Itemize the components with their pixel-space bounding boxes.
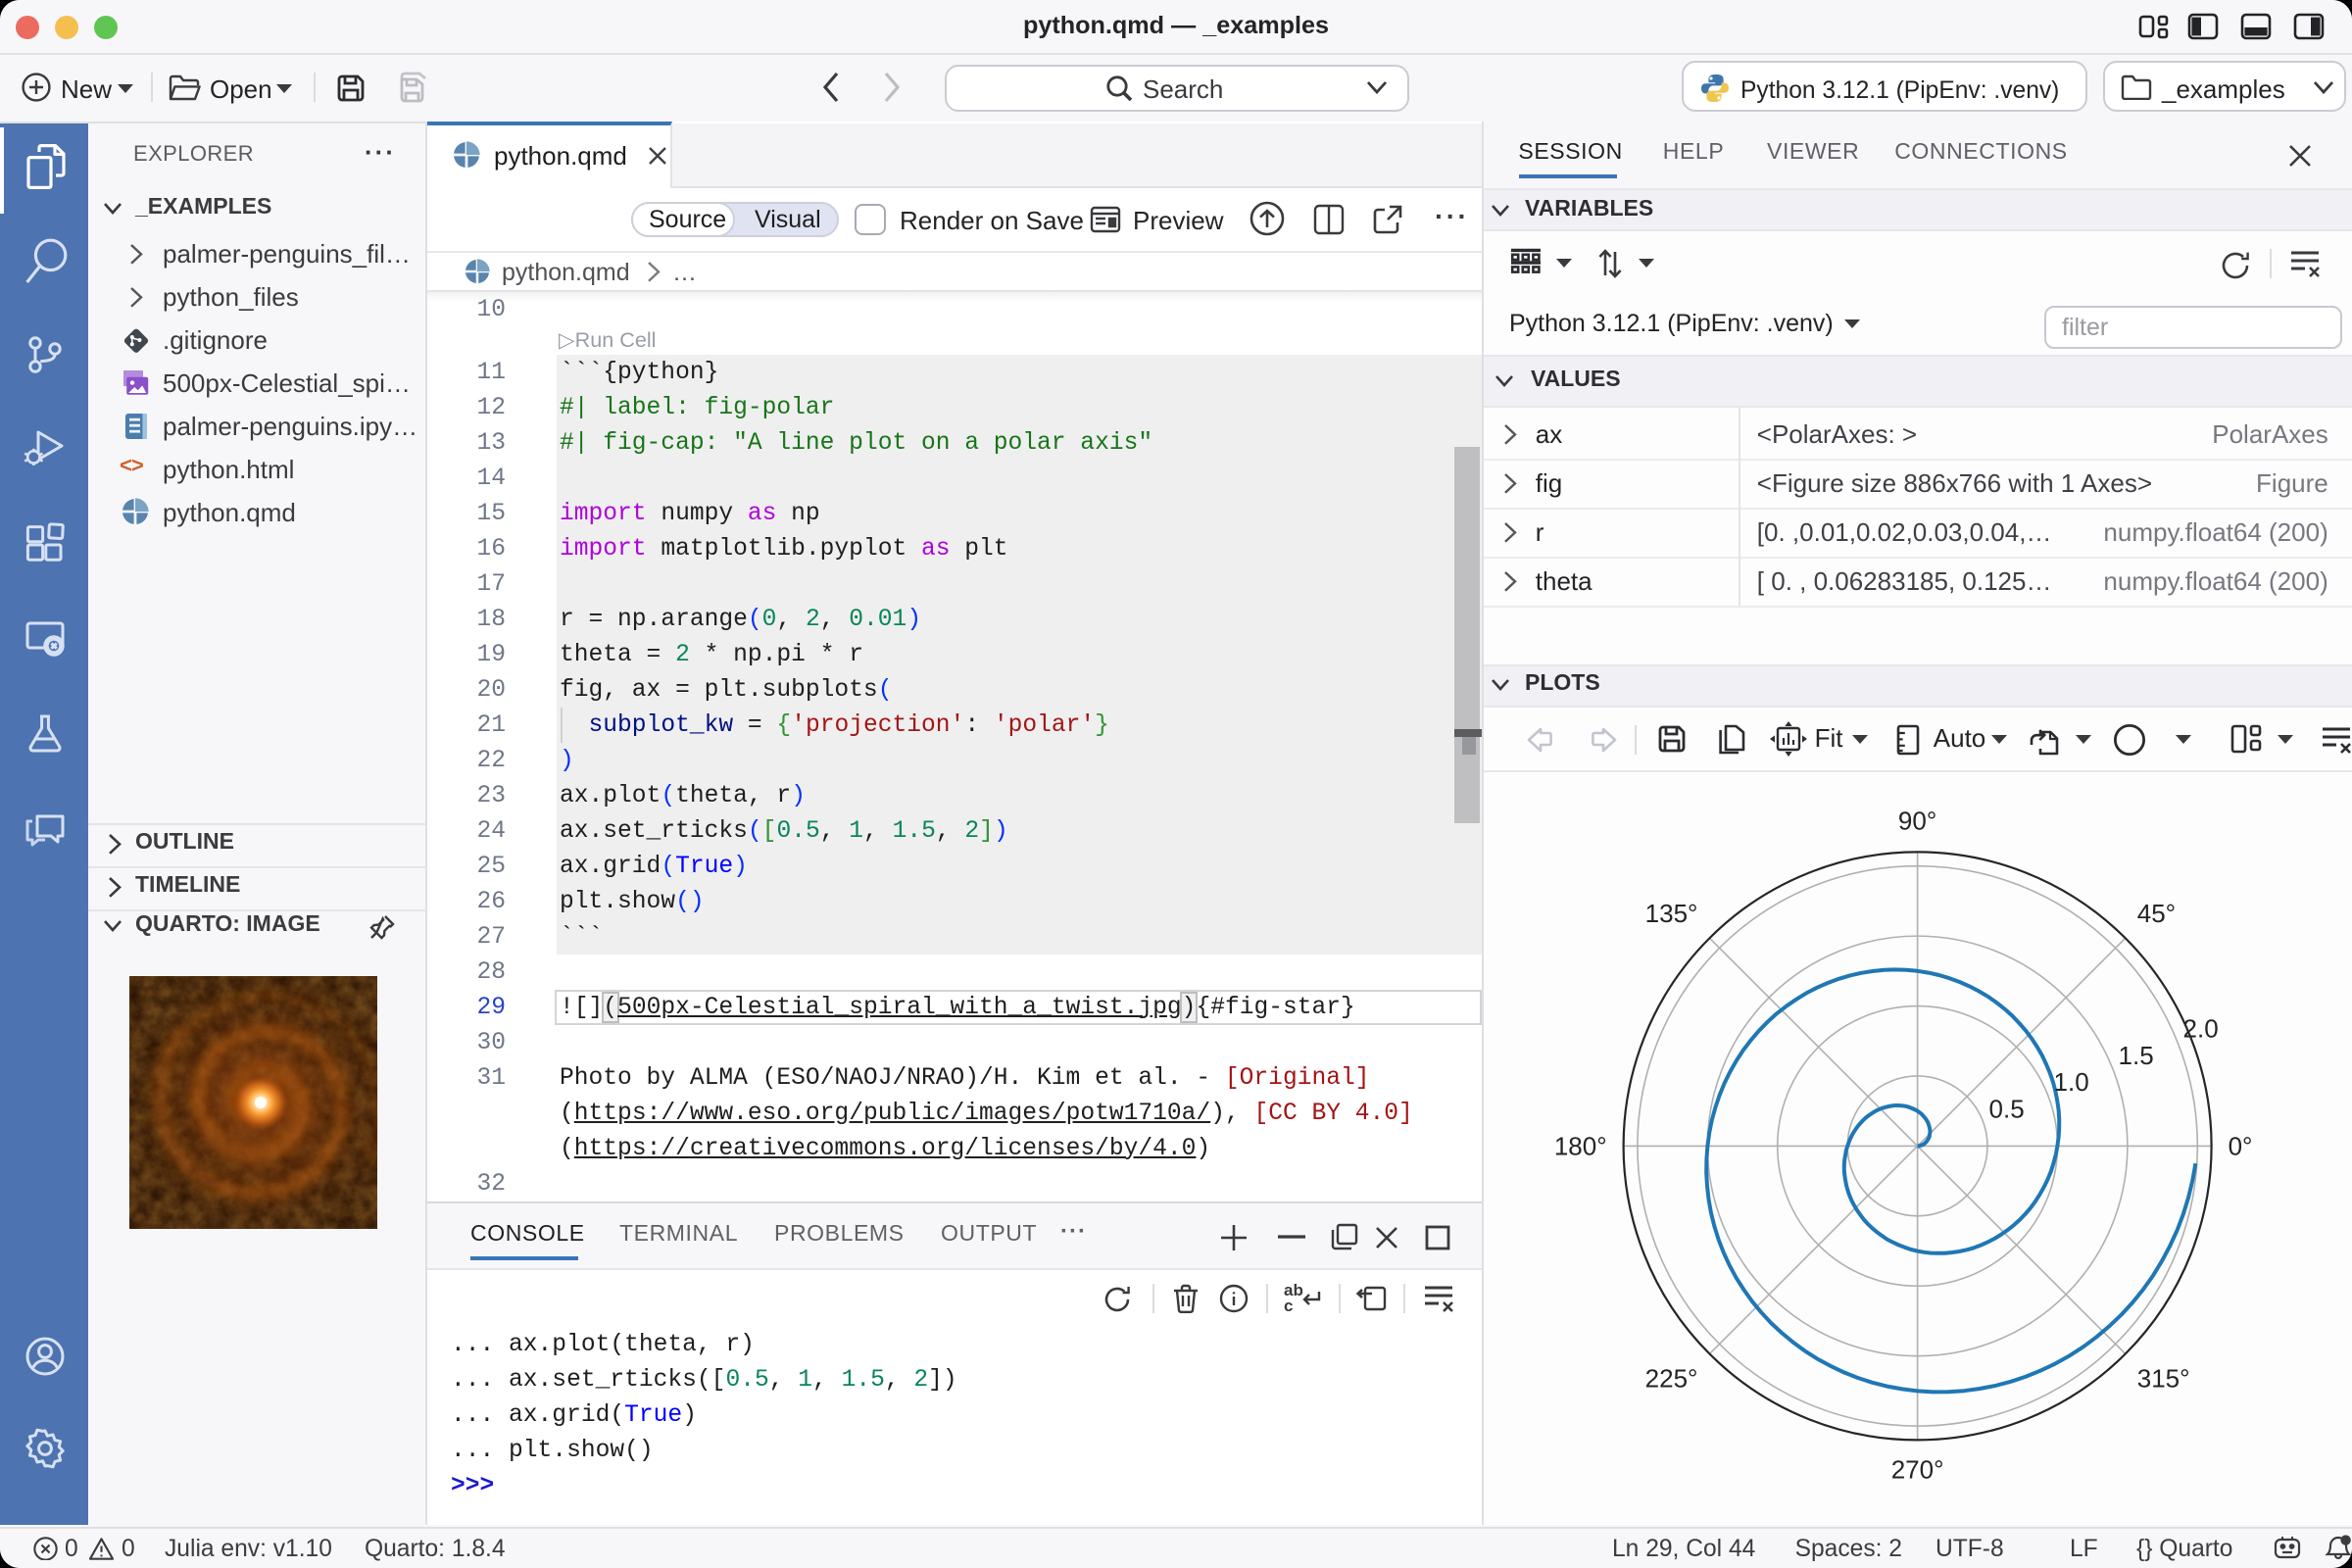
svg-text:2.0: 2.0 (2183, 1013, 2219, 1043)
svg-text:180°: 180° (1554, 1131, 1607, 1160)
svg-text:135°: 135° (1645, 898, 1698, 927)
svg-text:315°: 315° (2137, 1363, 2190, 1393)
svg-text:0.5: 0.5 (1989, 1094, 2025, 1123)
svg-text:225°: 225° (1645, 1363, 1698, 1393)
svg-text:90°: 90° (1898, 806, 1936, 835)
svg-text:45°: 45° (2137, 898, 2176, 927)
svg-text:270°: 270° (1891, 1454, 1944, 1484)
svg-text:0°: 0° (2229, 1131, 2253, 1160)
svg-text:1.5: 1.5 (2119, 1040, 2154, 1069)
svg-text:1.0: 1.0 (2054, 1066, 2089, 1096)
